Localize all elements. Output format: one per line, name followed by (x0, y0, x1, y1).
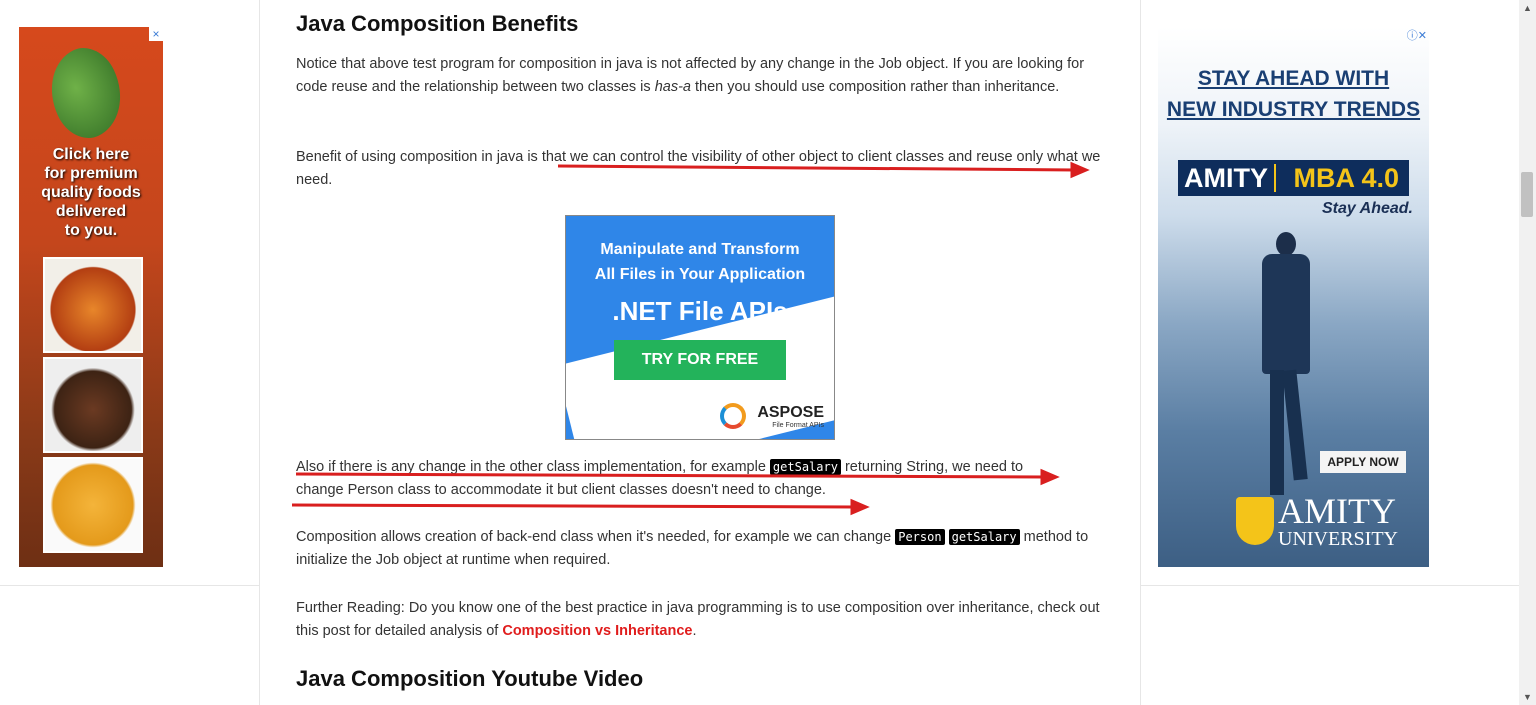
paragraph: Composition allows creation of back-end … (296, 529, 1089, 568)
paragraph: Also if there is any change in the other… (296, 459, 1024, 498)
businessman-image (1258, 232, 1314, 497)
amity-ad-banner[interactable]: ⓘ✕ STAY AHEAD WITH NEW INDUSTRY TRENDS A… (1158, 27, 1429, 567)
composition-vs-inheritance-link[interactable]: Composition vs Inheritance (502, 623, 692, 639)
scroll-down-icon[interactable]: ▼ (1523, 692, 1532, 702)
amity-crest-icon (1236, 497, 1274, 545)
try-for-free-button[interactable]: TRY FOR FREE (614, 340, 786, 380)
ad-text: Click here for premium quality foods del… (41, 146, 141, 239)
food-photo (43, 257, 143, 353)
aspose-brand: ASPOSE File Format APIs (757, 404, 824, 429)
section-heading: Java Composition Benefits (296, 11, 579, 36)
scrollbar-thumb[interactable] (1521, 172, 1533, 217)
divider (1141, 585, 1519, 586)
aspose-ad-banner[interactable]: Manipulate and Transform All Files in Yo… (565, 215, 835, 440)
inline-code: Person (895, 529, 945, 545)
apply-now-button[interactable]: APPLY NOW (1320, 451, 1406, 473)
ad-close-icon[interactable]: × (149, 27, 163, 41)
annotation-arrow-head (850, 498, 870, 516)
paragraph: Notice that above test program for compo… (296, 56, 1085, 95)
inline-code: getSalary (948, 529, 1020, 545)
vertical-scrollbar[interactable]: ▲ ▼ (1519, 0, 1536, 705)
food-photo (43, 357, 143, 453)
annotation-arrow (291, 503, 856, 509)
paragraph: Further Reading: Do you know one of the … (296, 600, 1100, 639)
amity-university-logo: AMITY UNIVERSITY (1278, 491, 1398, 550)
section-heading: Java Composition Youtube Video (296, 666, 644, 691)
amity-mba-logo: AMITY MBA 4.0 (1178, 160, 1409, 196)
aspose-logo-icon (720, 403, 746, 429)
food-photo (43, 457, 143, 553)
scroll-up-icon[interactable]: ▲ (1523, 3, 1532, 13)
paragraph: Benefit of using composition in java is … (296, 149, 1101, 188)
inline-code: getSalary (769, 459, 841, 475)
divider (0, 585, 259, 586)
adchoices-icon[interactable]: ⓘ✕ (1407, 27, 1427, 43)
food-ad-banner[interactable]: × Click here for premium quality foods d… (19, 27, 163, 567)
basil-leaf-image (35, 38, 137, 148)
